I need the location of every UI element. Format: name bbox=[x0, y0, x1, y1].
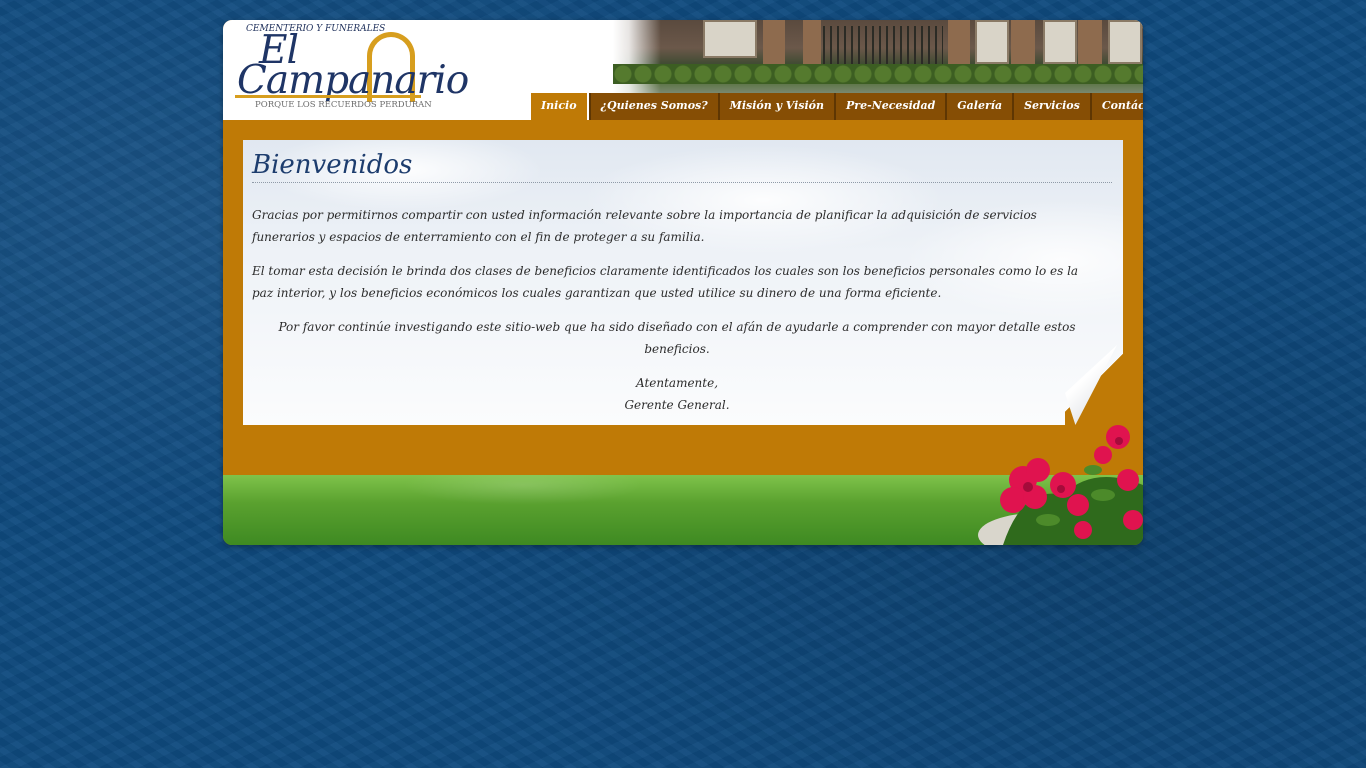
page-title: Bienvenidos bbox=[252, 150, 1112, 183]
logo-divider bbox=[235, 95, 421, 98]
flowers-decoration bbox=[978, 425, 1143, 545]
logo-tagline: PORQUE LOS RECUERDOS PERDURAN bbox=[255, 100, 432, 110]
main-nav: Inicio ¿Quienes Somos? Misión y Visión P… bbox=[531, 93, 1143, 120]
nav-item-mision-vision[interactable]: Misión y Visión bbox=[717, 93, 835, 120]
closing-block: Atentamente, Gerente General. bbox=[252, 372, 1102, 416]
welcome-paragraph-3: Por favor continúe investigando este sit… bbox=[278, 320, 1076, 356]
nav-item-pre-necesidad[interactable]: Pre-Necesidad bbox=[834, 93, 946, 120]
nav-item-contactenos[interactable]: Contáctenos bbox=[1089, 93, 1143, 120]
welcome-text: Gracias por permitirnos compartir con us… bbox=[252, 204, 1102, 425]
site-container: CEMENTERIO Y FUNERALES El Campanario POR… bbox=[223, 20, 1143, 545]
signature-text: Gerente General. bbox=[624, 398, 730, 412]
closing-text: Atentamente, bbox=[635, 376, 719, 390]
header: CEMENTERIO Y FUNERALES El Campanario POR… bbox=[223, 20, 1143, 120]
logo-name-line2: Campanario bbox=[237, 58, 469, 103]
header-cemetery-photo bbox=[613, 20, 1143, 94]
site-logo[interactable]: CEMENTERIO Y FUNERALES El Campanario POR… bbox=[233, 22, 469, 118]
welcome-paragraph-1: Gracias por permitirnos compartir con us… bbox=[252, 208, 1037, 244]
nav-item-galeria[interactable]: Galería bbox=[945, 93, 1013, 120]
nav-item-inicio[interactable]: Inicio bbox=[531, 93, 589, 120]
nav-item-quienes-somos[interactable]: ¿Quienes Somos? bbox=[588, 93, 718, 120]
nav-item-servicios[interactable]: Servicios bbox=[1012, 93, 1090, 120]
welcome-paragraph-2: El tomar esta decisión le brinda dos cla… bbox=[252, 264, 1079, 300]
welcome-card: Bienvenidos Gracias por permitirnos comp… bbox=[243, 140, 1123, 425]
logo-name: El Campanario bbox=[237, 31, 469, 103]
